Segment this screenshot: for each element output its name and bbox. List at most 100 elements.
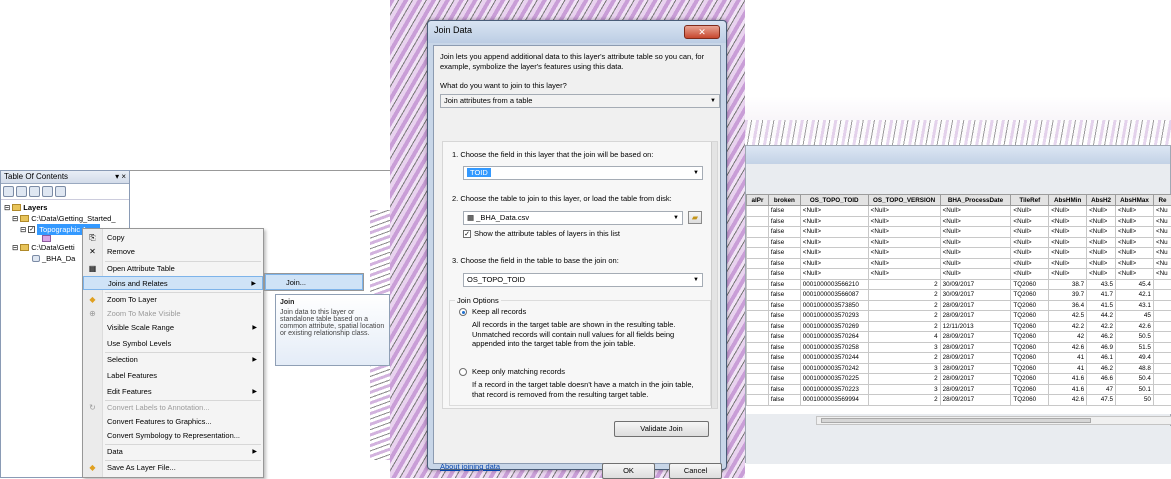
table-cell: <Null> <box>1011 269 1049 280</box>
table-row[interactable]: false<Null><Null><Null><Null><Null><Null… <box>747 237 1171 248</box>
column-header[interactable]: BHA_ProcessDate <box>940 195 1011 206</box>
attribute-grid[interactable]: alPrbrokenOS_TOPO_TOIDOS_TOPO_VERSIONBHA… <box>746 194 1171 414</box>
list-by-visibility-icon[interactable] <box>29 186 40 197</box>
menu-item-convert-symbology[interactable]: Convert Symbology to Representation... <box>83 429 263 443</box>
table-row[interactable]: false0001000003570293228/09/2017TQ206042… <box>747 311 1171 322</box>
show-attribute-tables-checkbox[interactable]: ✓ <box>463 230 471 238</box>
menu-item-selection[interactable]: Selection▶ <box>83 353 263 367</box>
menu-item-copy[interactable]: ⎘Copy <box>83 231 263 245</box>
table-cell: 0001000003570223 <box>800 384 868 395</box>
pin-icon[interactable]: ▾ <box>115 172 119 181</box>
join-field-dropdown[interactable]: OS_TOPO_TOID▼ <box>463 273 703 287</box>
table-cell: TQ2060 <box>1011 384 1049 395</box>
table-cell: 49.4 <box>1116 353 1154 364</box>
table-cell: TQ2060 <box>1011 395 1049 406</box>
table-row[interactable]: false0001000003569994228/09/2017TQ206042… <box>747 395 1171 406</box>
column-header[interactable]: alPr <box>747 195 769 206</box>
close-button[interactable]: ✕ <box>684 25 720 39</box>
menu-item-save-as-layer-file[interactable]: ◆Save As Layer File... <box>83 461 263 475</box>
table-row[interactable]: false0001000003570269212/11/2013TQ206042… <box>747 321 1171 332</box>
table-cell: 2 <box>868 290 940 301</box>
layer-visibility-checkbox[interactable]: ✓ <box>28 226 35 233</box>
table-cell: false <box>768 353 800 364</box>
about-joining-data-link[interactable]: About joining data <box>440 462 500 471</box>
horizontal-scrollbar[interactable] <box>816 416 1171 425</box>
table-cell: 3 <box>868 384 940 395</box>
table-cell <box>747 311 769 322</box>
menu-item-use-symbol-levels[interactable]: Use Symbol Levels <box>83 337 263 351</box>
menu-item-convert-features[interactable]: Convert Features to Graphics... <box>83 415 263 429</box>
chevron-down-icon: ▼ <box>710 95 716 107</box>
table-cell: 0001000003570269 <box>800 321 868 332</box>
column-header[interactable]: AbsHMax <box>1116 195 1154 206</box>
column-header[interactable]: TileRef <box>1011 195 1049 206</box>
tree-root[interactable]: ⊟Layers <box>4 202 126 213</box>
table-row[interactable]: false0001000003570225228/09/2017TQ206041… <box>747 374 1171 385</box>
cancel-button[interactable]: Cancel <box>669 463 722 479</box>
table-cell: 0001000003566087 <box>800 290 868 301</box>
keep-matching-radio[interactable] <box>459 368 467 376</box>
table-cell: 50.5 <box>1116 332 1154 343</box>
column-header[interactable]: Re <box>1153 195 1171 206</box>
open-folder-button[interactable]: ▰ <box>688 211 702 224</box>
menu-item-zoom-to-layer[interactable]: ◆Zoom To Layer <box>83 293 263 307</box>
chevron-down-icon: ▼ <box>673 212 679 224</box>
column-header[interactable]: OS_TOPO_VERSION <box>868 195 940 206</box>
table-cell: 46.2 <box>1087 363 1116 374</box>
table-cell: 28/09/2017 <box>940 384 1011 395</box>
table-cell: false <box>768 227 800 238</box>
table-row[interactable]: false<Null><Null><Null><Null><Null><Null… <box>747 258 1171 269</box>
layer-file-icon: ◆ <box>88 464 97 472</box>
toc-titlebar: Table Of Contents ▾ × <box>1 171 129 184</box>
table-row[interactable]: false0001000003573850228/09/2017TQ206036… <box>747 300 1171 311</box>
options-icon[interactable] <box>55 186 66 197</box>
table-row[interactable]: false0001000003566210230/09/2017TQ206038… <box>747 279 1171 290</box>
menu-item-data[interactable]: Data▶ <box>83 445 263 459</box>
column-header[interactable]: AbsH2 <box>1087 195 1116 206</box>
table-row[interactable]: false<Null><Null><Null><Null><Null><Null… <box>747 269 1171 280</box>
validate-join-button[interactable]: Validate Join <box>614 421 709 437</box>
menu-item-join[interactable]: Join... <box>265 274 363 290</box>
tree-folder-1[interactable]: ⊟C:\Data\Getting_Started_ <box>4 213 126 224</box>
table-row[interactable]: false<Null><Null><Null><Null><Null><Null… <box>747 227 1171 238</box>
list-by-source-icon[interactable] <box>16 186 27 197</box>
table-cell: 45 <box>1116 311 1154 322</box>
scrollbar-thumb[interactable] <box>821 418 1091 423</box>
table-cell: <Null> <box>1087 206 1116 217</box>
layer-field-dropdown[interactable]: TOID▼ <box>463 166 703 180</box>
join-table-dropdown[interactable]: ▦ _BHA_Data.csv▼ <box>463 211 683 225</box>
table-row[interactable]: false0001000003570244228/09/2017TQ206041… <box>747 353 1171 364</box>
table-cell: <Null> <box>1087 258 1116 269</box>
menu-item-open-attribute-table[interactable]: ▦Open Attribute Table <box>83 262 263 276</box>
ok-button[interactable]: OK <box>602 463 655 479</box>
keep-all-radio[interactable] <box>459 308 467 316</box>
table-row[interactable]: false0001000003570242328/09/2017TQ206041… <box>747 363 1171 374</box>
table-cell <box>1153 374 1171 385</box>
column-header[interactable]: OS_TOPO_TOID <box>800 195 868 206</box>
menu-item-joins-and-relates[interactable]: Joins and Relates▶ <box>83 276 263 290</box>
table-cell: 41 <box>1049 363 1087 374</box>
list-by-selection-icon[interactable] <box>42 186 53 197</box>
table-cell: <Null> <box>1116 206 1154 217</box>
table-cell: <Nu <box>1153 258 1171 269</box>
table-cell: false <box>768 311 800 322</box>
table-row[interactable]: false0001000003566087230/09/2017TQ206039… <box>747 290 1171 301</box>
column-header[interactable]: AbsHMin <box>1049 195 1087 206</box>
list-by-drawing-order-icon[interactable] <box>3 186 14 197</box>
table-cell <box>747 206 769 217</box>
close-icon[interactable]: × <box>121 172 126 181</box>
table-row[interactable]: false0001000003570258328/09/2017TQ206042… <box>747 342 1171 353</box>
table-row[interactable]: false0001000003570264428/09/2017TQ206042… <box>747 332 1171 343</box>
table-cell: 51.5 <box>1116 342 1154 353</box>
table-row[interactable]: false<Null><Null><Null><Null><Null><Null… <box>747 248 1171 259</box>
menu-item-visible-scale-range[interactable]: Visible Scale Range▶ <box>83 321 263 335</box>
column-header[interactable]: broken <box>768 195 800 206</box>
join-type-dropdown[interactable]: Join attributes from a table▼ <box>440 94 720 108</box>
menu-item-remove[interactable]: ✕Remove <box>83 245 263 259</box>
vertical-scrollbar[interactable] <box>711 142 717 408</box>
table-row[interactable]: false<Null><Null><Null><Null><Null><Null… <box>747 216 1171 227</box>
menu-item-label-features[interactable]: Label Features <box>83 369 263 383</box>
table-row[interactable]: false0001000003570223328/09/2017TQ206041… <box>747 384 1171 395</box>
table-row[interactable]: false<Null><Null><Null><Null><Null><Null… <box>747 206 1171 217</box>
menu-item-edit-features[interactable]: Edit Features▶ <box>83 385 263 399</box>
